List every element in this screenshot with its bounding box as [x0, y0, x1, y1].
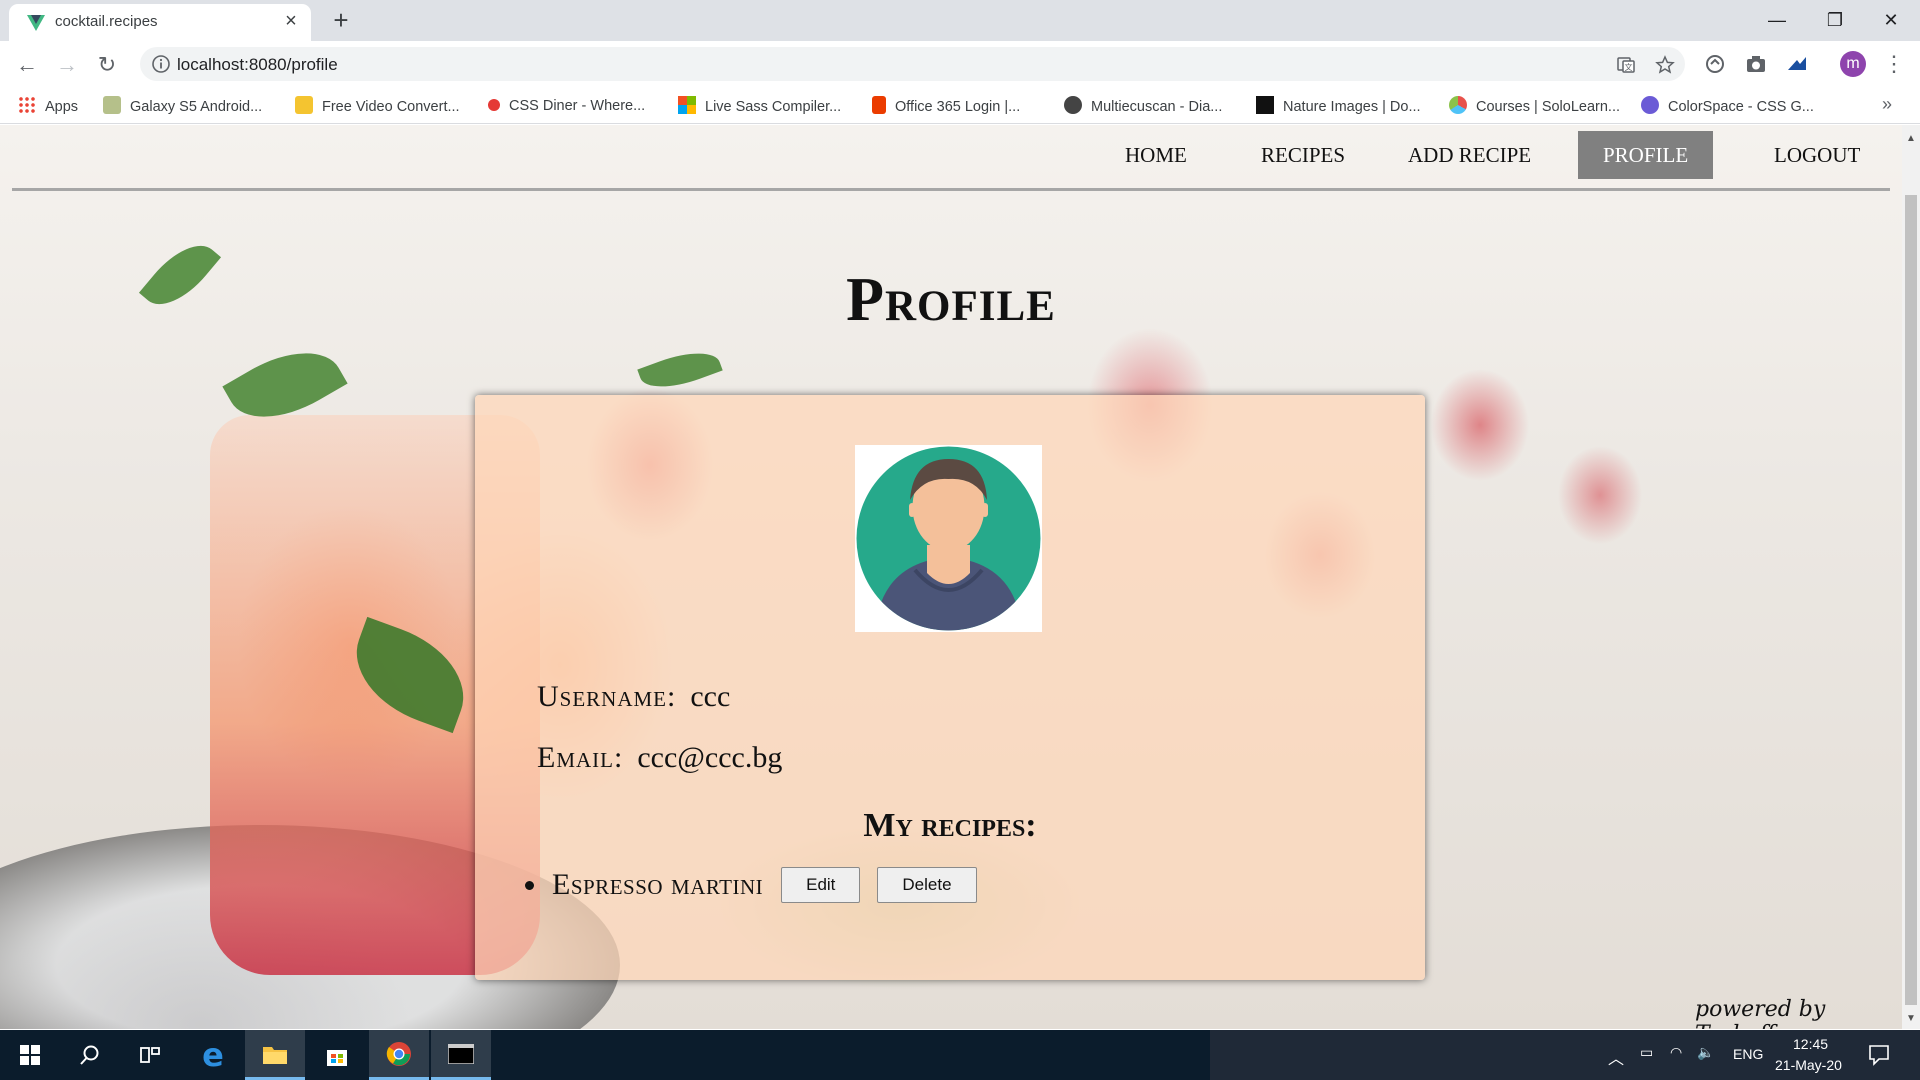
chrome-icon[interactable] [369, 1030, 429, 1080]
bookmarks-bar: Apps Galaxy S5 Android... Free Video Con… [0, 87, 1920, 124]
browser-toolbar: ← → ↻ localhost:8080/profile 文 m ⋮ [0, 41, 1920, 87]
clock-time[interactable]: 12:45 [1793, 1036, 1828, 1052]
edit-recipe-button[interactable]: Edit [781, 867, 861, 903]
bookmark-apps[interactable]: Apps [18, 96, 78, 116]
scrollbar-thumb[interactable] [1905, 195, 1917, 1005]
page-viewport: HOME RECIPES ADD RECIPE PROFILE LOGOUT P… [0, 125, 1902, 1029]
extension-sync-icon[interactable] [1703, 52, 1727, 76]
sololearn-icon [1449, 96, 1467, 114]
translate-icon[interactable]: 文 [1616, 55, 1636, 75]
volume-icon[interactable]: 🔈 [1697, 1044, 1714, 1061]
camera-icon[interactable] [1744, 52, 1768, 76]
language-indicator[interactable]: ENG [1733, 1046, 1763, 1062]
site-navbar: HOME RECIPES ADD RECIPE PROFILE LOGOUT [12, 125, 1890, 191]
microsoft-icon [678, 96, 696, 114]
back-button[interactable]: ← [12, 50, 42, 80]
username-label: Username: [537, 680, 677, 713]
nav-add-recipe[interactable]: ADD RECIPE [1383, 131, 1556, 179]
delete-recipe-button[interactable]: Delete [877, 867, 977, 903]
close-window-button[interactable]: ✕ [1862, 0, 1920, 40]
search-icon[interactable] [60, 1030, 120, 1080]
browser-tab[interactable]: cocktail.recipes × [9, 4, 311, 41]
nav-home[interactable]: HOME [1100, 131, 1212, 179]
bookmark-galaxy-s5[interactable]: Galaxy S5 Android... [103, 96, 262, 116]
unsplash-icon [1256, 96, 1274, 114]
tab-title: cocktail.recipes [55, 13, 158, 30]
battery-icon[interactable]: ▭ [1640, 1044, 1653, 1061]
apps-grid-icon [18, 96, 36, 114]
bookmark-office-365[interactable]: Office 365 Login |... [872, 96, 1020, 116]
scroll-down-icon[interactable]: ▼ [1906, 1013, 1916, 1024]
action-center-icon[interactable] [1868, 1044, 1890, 1066]
info-icon[interactable] [151, 54, 171, 74]
windows-start-icon[interactable] [0, 1030, 60, 1080]
username-row: Username: ccc [537, 680, 730, 714]
android-icon [103, 96, 121, 114]
bookmark-sololearn[interactable]: Courses | SoloLearn... [1449, 96, 1620, 116]
address-bar[interactable]: localhost:8080/profile 文 [140, 47, 1685, 81]
network-icon[interactable]: ◠ [1670, 1044, 1682, 1061]
bookmark-star-icon[interactable] [1655, 55, 1675, 75]
windows-taskbar: e ︿ ▭ ◠ 🔈 ENG 12:45 21-May-20 [0, 1030, 1920, 1080]
clock-date[interactable]: 21-May-20 [1775, 1057, 1842, 1073]
recipe-list-item: Espresso martini Edit Delete [525, 865, 994, 905]
user-avatar-icon [855, 445, 1042, 632]
page-title: Profile [846, 266, 1056, 334]
restore-button[interactable]: ❐ [1806, 0, 1864, 40]
forward-button[interactable]: → [52, 50, 82, 80]
scroll-up-icon[interactable]: ▲ [1906, 133, 1916, 144]
taskbar-apps-area [0, 1030, 1210, 1080]
video-converter-icon [295, 96, 313, 114]
profile-card: Username: ccc Email: ccc@ccc.bg My recipes… [475, 395, 1425, 980]
bookmark-nature-images[interactable]: Nature Images | Do... [1256, 96, 1421, 116]
reload-button[interactable]: ↻ [92, 50, 122, 80]
recipe-name[interactable]: Espresso martini [552, 868, 763, 902]
nav-profile[interactable]: PROFILE [1578, 131, 1713, 179]
nav-recipes[interactable]: RECIPES [1236, 131, 1370, 179]
username-value: ccc [690, 680, 731, 713]
bullet-icon [525, 880, 534, 890]
profile-avatar-icon[interactable]: m [1840, 51, 1866, 77]
background-mint-leaf [637, 342, 723, 398]
email-value: ccc@ccc.bg [637, 741, 783, 774]
colorspace-icon [1641, 96, 1659, 114]
extension-arrow-icon[interactable] [1785, 52, 1809, 76]
bookmark-colorspace[interactable]: ColorSpace - CSS G... [1641, 96, 1814, 116]
bookmark-css-diner[interactable]: CSS Diner - Where... [488, 96, 645, 116]
bookmark-multiecuscan[interactable]: Multiecuscan - Dia... [1064, 96, 1222, 116]
minimize-button[interactable]: — [1748, 0, 1806, 40]
kebab-menu-icon[interactable]: ⋮ [1883, 49, 1905, 79]
store-icon[interactable] [307, 1030, 367, 1080]
edge-browser-icon[interactable]: e [183, 1030, 243, 1080]
globe-icon [1064, 96, 1082, 114]
email-row: Email: ccc@ccc.bg [537, 741, 782, 775]
new-tab-button[interactable]: + [326, 6, 356, 36]
vue-logo-icon [27, 15, 45, 31]
tab-close-icon[interactable]: × [279, 9, 303, 33]
svg-text:文: 文 [1625, 62, 1633, 72]
more-bookmarks-icon[interactable]: » [1882, 94, 1892, 115]
powered-by-footer: powered by Taskoff [1695, 997, 1826, 1029]
nav-logout[interactable]: LOGOUT [1749, 131, 1885, 179]
bookmark-live-sass-compiler[interactable]: Live Sass Compiler... [678, 96, 841, 116]
bookmark-free-video-convert[interactable]: Free Video Convert... [295, 96, 460, 116]
terminal-icon[interactable] [431, 1030, 491, 1080]
email-label: Email: [537, 741, 624, 774]
my-recipes-heading: My recipes: [863, 807, 1037, 844]
css-diner-icon [488, 99, 500, 111]
office-icon [872, 96, 886, 114]
page-scrollbar[interactable]: ▲ ▼ [1902, 125, 1920, 1029]
browser-tabstrip: cocktail.recipes × + — ❐ ✕ [0, 0, 1920, 41]
file-explorer-icon[interactable] [245, 1030, 305, 1080]
url-text: localhost:8080/profile [177, 55, 338, 74]
show-hidden-icons-icon[interactable]: ︿ [1608, 1045, 1624, 1069]
task-view-icon[interactable] [120, 1030, 180, 1080]
